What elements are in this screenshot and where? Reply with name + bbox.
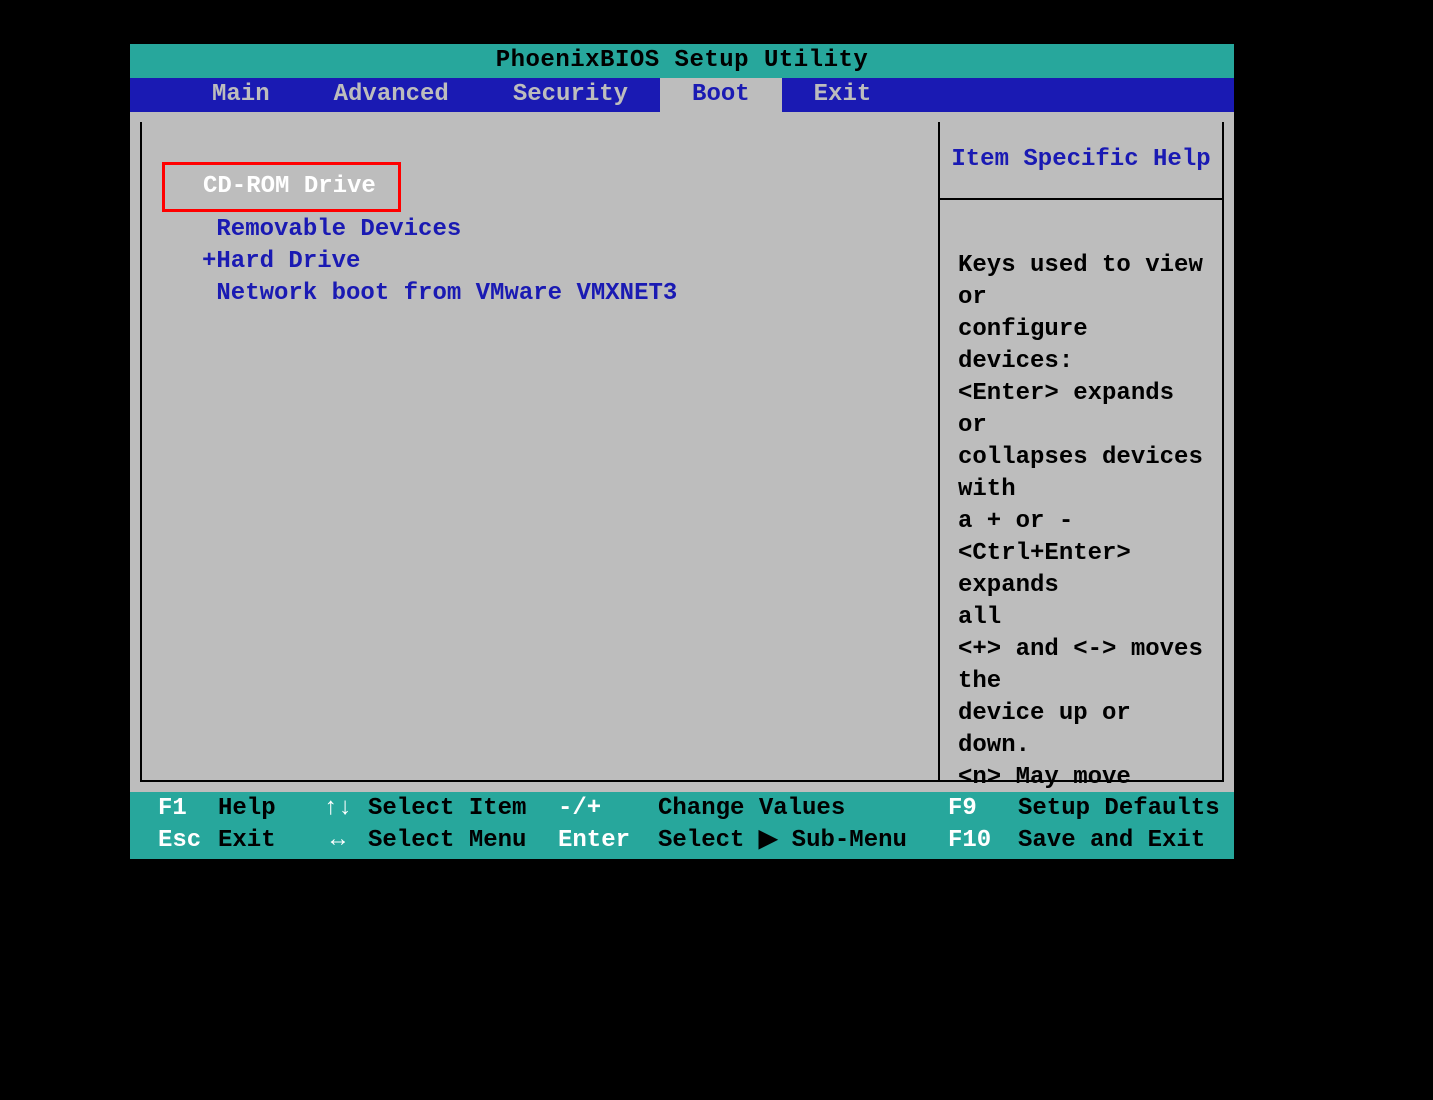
menu-security[interactable]: Security	[481, 78, 660, 112]
key-f10: F10	[948, 825, 1018, 857]
label-exit: Exit	[218, 825, 308, 857]
label-change-values: Change Values	[658, 793, 948, 825]
footer-hotkeys: F1 Help ↑↓ Select Item -/+ Change Values…	[130, 792, 1234, 859]
menu-exit[interactable]: Exit	[782, 78, 904, 112]
title-bar: PhoenixBIOS Setup Utility	[130, 44, 1234, 78]
bios-window: PhoenixBIOS Setup Utility Main Advanced …	[130, 44, 1234, 859]
label-select-item: Select Item	[368, 793, 558, 825]
footer-row-1: F1 Help ↑↓ Select Item -/+ Change Values…	[130, 793, 1234, 825]
label-setup-defaults: Setup Defaults	[1018, 793, 1220, 825]
help-panel: Item Specific Help Keys used to view or …	[940, 122, 1222, 780]
boot-item-removable[interactable]: Removable Devices	[202, 214, 918, 246]
label-help: Help	[218, 793, 308, 825]
boot-item-label: Removable Devices	[216, 216, 461, 243]
boot-item-cdrom[interactable]: CD-ROM Drive	[162, 162, 401, 212]
boot-item-harddrive[interactable]: +Hard Drive	[202, 246, 918, 278]
boot-item-label: CD-ROM Drive	[171, 173, 376, 200]
menu-boot[interactable]: Boot	[660, 78, 782, 112]
key-plusminus: -/+	[558, 793, 658, 825]
key-f9: F9	[948, 793, 1018, 825]
menu-bar[interactable]: Main Advanced Security Boot Exit	[130, 78, 1234, 112]
label-select-menu: Select Menu	[368, 825, 558, 857]
app-title: PhoenixBIOS Setup Utility	[496, 47, 869, 74]
boot-order-panel: CD-ROM Drive Removable Devices +Hard Dri…	[142, 122, 940, 780]
leftright-arrows-icon: ↔	[308, 825, 368, 857]
menu-main[interactable]: Main	[180, 78, 302, 112]
boot-item-network[interactable]: Network boot from VMware VMXNET3	[202, 278, 918, 310]
key-enter: Enter	[558, 825, 658, 857]
label-select-submenu: Select ▶ Sub-Menu	[658, 825, 948, 857]
key-f1: F1	[130, 793, 218, 825]
help-title: Item Specific Help	[940, 122, 1222, 200]
footer-row-2: Esc Exit ↔ Select Menu Enter Select ▶ Su…	[130, 825, 1234, 857]
boot-item-label: Network boot from VMware VMXNET3	[216, 280, 677, 307]
boot-item-label: Hard Drive	[216, 248, 360, 275]
menu-advanced[interactable]: Advanced	[302, 78, 481, 112]
key-esc: Esc	[130, 825, 218, 857]
updown-arrows-icon: ↑↓	[308, 793, 368, 825]
help-body: Keys used to view or configure devices: …	[940, 200, 1222, 1100]
content-area: CD-ROM Drive Removable Devices +Hard Dri…	[140, 122, 1224, 782]
label-save-exit: Save and Exit	[1018, 825, 1205, 857]
